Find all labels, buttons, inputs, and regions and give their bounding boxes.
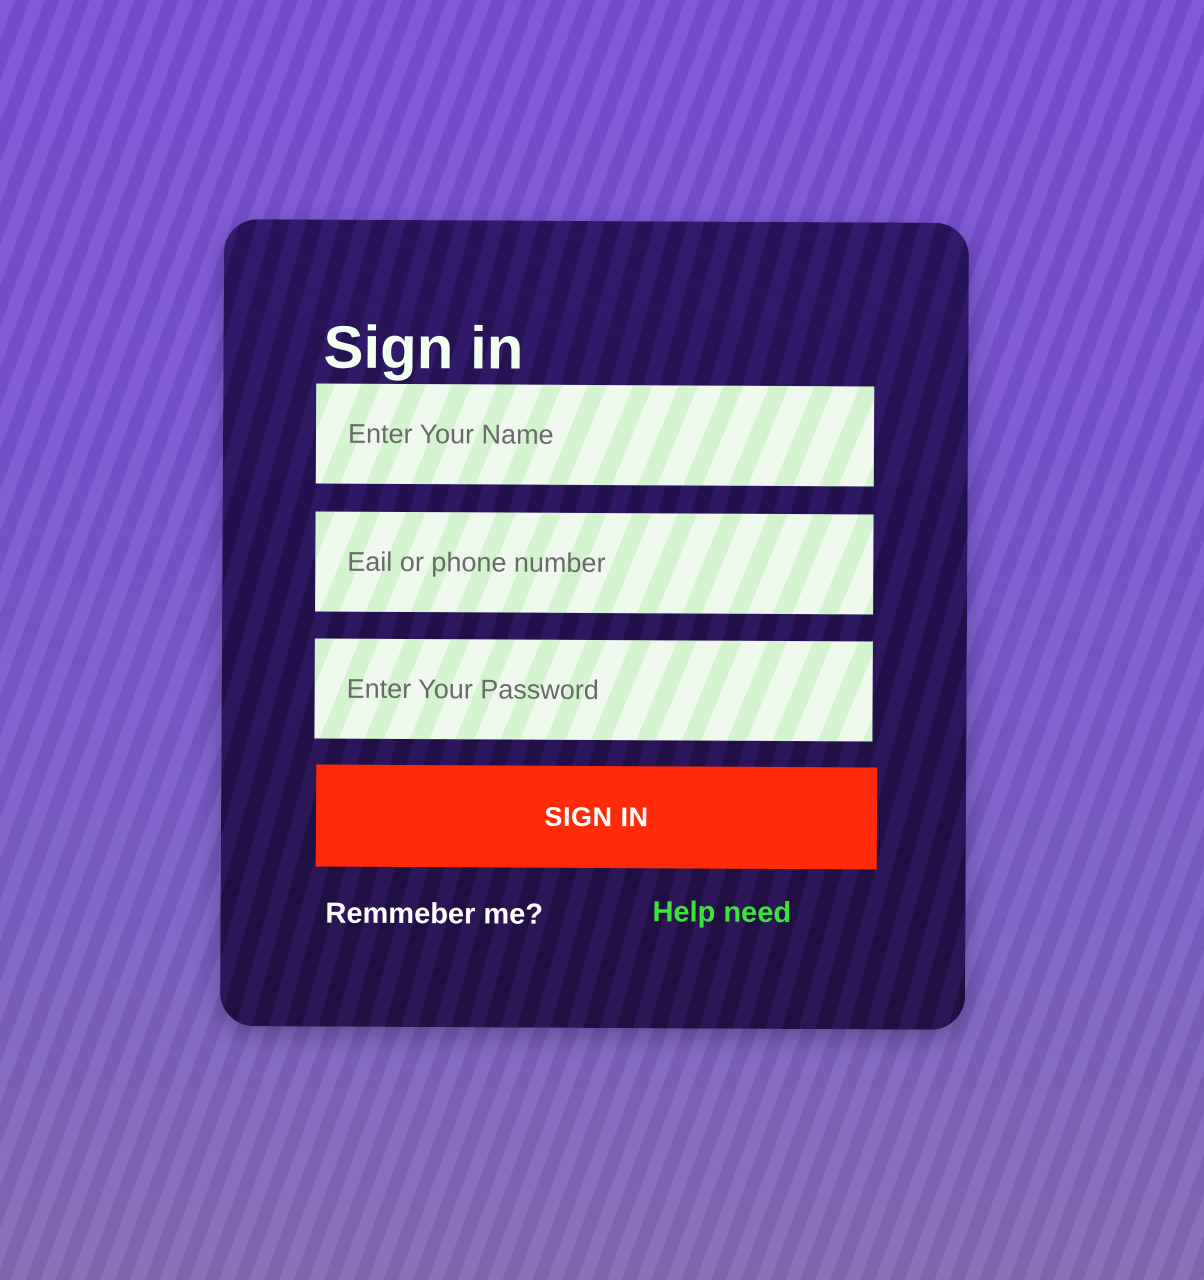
password-input[interactable]: [314, 638, 873, 742]
name-input[interactable]: [315, 383, 875, 487]
remember-me-label[interactable]: Remmeber me?: [325, 898, 543, 932]
signin-card: Sign in SIGN IN Remmeber me? Help need: [219, 219, 970, 1030]
help-link[interactable]: Help need: [652, 896, 791, 930]
email-or-phone-input[interactable]: [315, 511, 874, 615]
sign-in-button[interactable]: SIGN IN: [315, 764, 878, 870]
page-title: Sign in: [323, 313, 524, 382]
